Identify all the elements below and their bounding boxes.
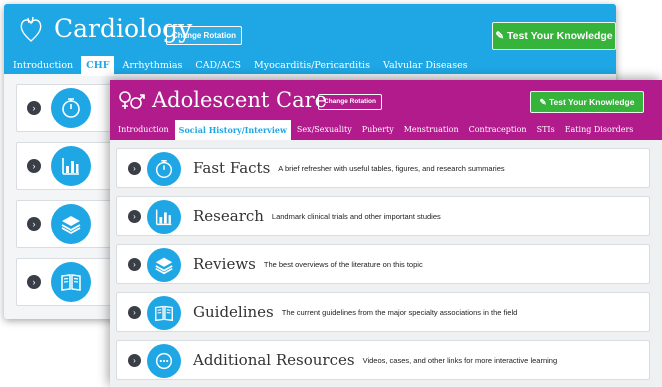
chevron-right-icon[interactable]: › — [128, 306, 141, 319]
tab-social-history-interview[interactable]: Social History/Interview — [174, 120, 291, 140]
stopwatch-icon — [147, 152, 181, 186]
tab-contraception[interactable]: Contraception — [465, 120, 531, 140]
section-guidelines[interactable]: › Guidelines The current guidelines from … — [116, 292, 650, 332]
layers-icon — [51, 204, 91, 244]
chevron-right-icon[interactable]: › — [27, 217, 41, 231]
change-rotation-button[interactable]: Change Rotation — [318, 94, 382, 110]
tab-introduction[interactable]: Introduction — [114, 120, 173, 140]
adolescent-care-window: Adolescent Care Change Rotation ✎ Test Y… — [110, 80, 662, 387]
section-fast-facts[interactable]: › Fast Facts A brief refresher with usefu… — [116, 148, 650, 188]
section-title: Research — [193, 207, 264, 225]
tab-sex-sexuality[interactable]: Sex/Sexuality — [293, 120, 356, 140]
test-your-knowledge-button[interactable]: ✎ Test Your Knowledge — [492, 22, 616, 50]
open-book-icon — [51, 262, 91, 302]
tab-arrhythmias[interactable]: Arrhythmias — [117, 56, 187, 76]
section-title-row: Reviews The best overviews of the literat… — [193, 254, 423, 275]
chevron-right-icon[interactable]: › — [128, 354, 141, 367]
section-additional-resources[interactable]: › Additional Resources Videos, cases, and… — [116, 340, 650, 380]
section-title: Additional Resources — [193, 351, 355, 369]
tab-valvular-diseases[interactable]: Valvular Diseases — [378, 56, 473, 76]
ellipsis-circle-icon — [147, 344, 181, 378]
bar-chart-icon — [147, 200, 181, 234]
tab-stis[interactable]: STIs — [533, 120, 559, 140]
tab-menstruation[interactable]: Menstruation — [400, 120, 463, 140]
section-title: Reviews — [193, 255, 256, 273]
bar-chart-icon — [51, 146, 91, 186]
test-button-label: Test Your Knowledge — [507, 30, 613, 42]
tab-myocarditis-pericarditis[interactable]: Myocarditis/Pericarditis — [249, 56, 375, 76]
stopwatch-icon — [51, 88, 91, 128]
tab-puberty[interactable]: Puberty — [358, 120, 398, 140]
chevron-right-icon[interactable]: › — [128, 210, 141, 223]
open-book-icon — [147, 296, 181, 330]
section-title-row: Additional Resources Videos, cases, and o… — [193, 350, 557, 371]
test-button-label: Test Your Knowledge — [549, 97, 635, 107]
section-description: The best overviews of the literature on … — [263, 260, 423, 269]
chevron-right-icon[interactable]: › — [27, 275, 41, 289]
heart-outline-icon — [20, 16, 42, 42]
tab-eating-disorders[interactable]: Eating Disorders — [561, 120, 638, 140]
chevron-right-icon[interactable]: › — [128, 258, 141, 271]
tab-introduction[interactable]: Introduction — [8, 56, 78, 76]
section-title-row: Guidelines The current guidelines from th… — [193, 302, 517, 323]
section-description: The current guidelines from the major sp… — [281, 308, 518, 317]
section-research[interactable]: › Research Landmark clinical trials and o… — [116, 196, 650, 236]
section-title: Guidelines — [193, 303, 274, 321]
section-description: Landmark clinical trials and other impor… — [271, 212, 441, 221]
layers-icon — [147, 248, 181, 282]
section-title-row: Research Landmark clinical trials and oth… — [193, 206, 441, 227]
change-rotation-button[interactable]: Change Rotation — [166, 26, 242, 45]
section-title-row: Fast Facts A brief refresher with useful … — [193, 158, 505, 179]
page-title: Adolescent Care — [152, 88, 328, 112]
pencil-icon: ✎ — [495, 30, 508, 42]
section-title: Fast Facts — [193, 159, 271, 177]
tab-cad-acs[interactable]: CAD/ACS — [190, 56, 246, 76]
topic-tabs: Introduction CHF Arrhythmias CAD/ACS Myo… — [4, 56, 476, 76]
chevron-right-icon[interactable]: › — [27, 159, 41, 173]
topic-tabs: Introduction Social History/Interview Se… — [110, 120, 639, 140]
test-your-knowledge-button[interactable]: ✎ Test Your Knowledge — [530, 91, 644, 113]
tab-chf[interactable]: CHF — [81, 56, 115, 76]
gender-symbols-icon — [119, 91, 145, 109]
section-description: A brief refresher with useful tables, fi… — [278, 164, 505, 173]
chevron-right-icon[interactable]: › — [128, 162, 141, 175]
chevron-right-icon[interactable]: › — [27, 101, 41, 115]
pencil-icon: ✎ — [539, 97, 549, 107]
section-description: Videos, cases, and other links for more … — [362, 356, 558, 365]
section-reviews[interactable]: › Reviews The best overviews of the liter… — [116, 244, 650, 284]
